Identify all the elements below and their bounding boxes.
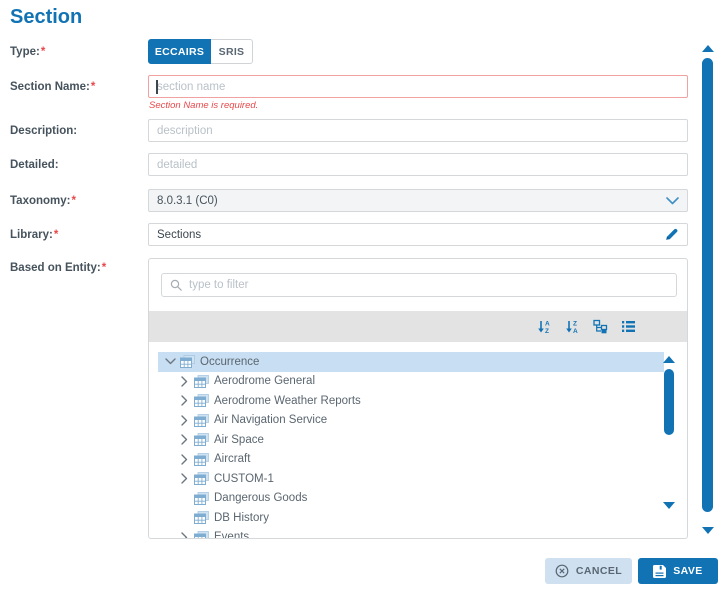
tree-item-label: Occurrence — [200, 356, 259, 368]
required-asterisk: * — [72, 195, 76, 207]
section-name-error: Section Name is required. — [149, 100, 258, 111]
tree-item[interactable]: DB History — [158, 508, 664, 528]
chevron-spacer — [178, 512, 190, 524]
page-scroll-up-arrow[interactable] — [702, 45, 714, 52]
chevron-right-icon[interactable] — [178, 414, 190, 426]
tree-item[interactable]: Air Space — [158, 430, 664, 450]
chevron-right-icon[interactable] — [178, 395, 190, 407]
detailed-placeholder: detailed — [157, 159, 197, 171]
type-option-eccairs[interactable]: ECCAIRS — [148, 39, 211, 64]
save-button-label: SAVE — [673, 565, 702, 577]
chevron-right-icon[interactable] — [178, 531, 190, 538]
tree-item-label: Dangerous Goods — [214, 492, 307, 504]
tree-item-label: Aerodrome Weather Reports — [214, 395, 361, 407]
chevron-right-icon[interactable] — [178, 453, 190, 465]
description-input[interactable]: description — [148, 119, 688, 142]
tree-item-label: Aircraft — [214, 453, 250, 465]
required-asterisk: * — [102, 262, 106, 274]
list-view-icon[interactable] — [621, 319, 636, 334]
based-on-entity-label: Based on Entity:* — [10, 262, 106, 274]
library-label: Library:* — [10, 229, 58, 241]
tree-item-label: Air Space — [214, 434, 264, 446]
search-icon — [170, 279, 183, 292]
chevron-right-icon[interactable] — [178, 473, 190, 485]
tree-item-label: Aerodrome General — [214, 375, 315, 387]
page-scroll-down-arrow[interactable] — [702, 527, 714, 534]
description-label: Description: — [10, 125, 77, 137]
library-input[interactable]: Sections — [148, 223, 688, 246]
entity-table-icon — [194, 531, 209, 538]
section-form-page: Section Type:* ECCAIRS SRIS Section Name… — [0, 0, 728, 594]
entity-filter-placeholder: type to filter — [189, 279, 248, 291]
sort-alpha-descending-icon[interactable]: ZA — [565, 319, 580, 334]
svg-text:A: A — [545, 321, 550, 328]
cancel-button-label: CANCEL — [576, 565, 622, 577]
entity-table-icon — [194, 453, 209, 466]
required-asterisk: * — [91, 81, 95, 93]
section-name-label: Section Name:* — [10, 81, 95, 93]
chevron-right-icon[interactable] — [178, 434, 190, 446]
tree-item[interactable]: Dangerous Goods — [158, 489, 664, 509]
type-toggle-group: ECCAIRS SRIS — [148, 39, 688, 64]
text-cursor — [156, 80, 158, 94]
type-label: Type:* — [10, 46, 45, 58]
svg-text:Z: Z — [573, 321, 577, 328]
section-name-placeholder: section name — [157, 81, 225, 93]
tree-scroll-up-arrow[interactable] — [663, 356, 675, 363]
tree-scrollbar-thumb[interactable] — [664, 369, 674, 435]
tree-item[interactable]: Occurrence — [158, 352, 664, 372]
tree-item[interactable]: Aerodrome General — [158, 372, 664, 392]
entity-table-icon — [194, 511, 209, 524]
section-name-input[interactable]: section name — [148, 75, 688, 98]
page-scrollbar-thumb[interactable] — [702, 58, 713, 512]
entity-filter-input[interactable]: type to filter — [161, 273, 677, 297]
tree-item[interactable]: Events — [158, 528, 664, 539]
type-option-sris[interactable]: SRIS — [211, 39, 253, 64]
entity-tree: Occurrence Aerodrome General Aerodrome Wea… — [149, 345, 687, 538]
page-title: Section — [10, 6, 82, 29]
entity-toolbar: AZ ZA — [149, 311, 687, 342]
sort-alpha-ascending-icon[interactable]: AZ — [537, 319, 552, 334]
entity-table-icon — [194, 394, 209, 407]
taxonomy-select[interactable]: 8.0.3.1 (C0) — [148, 189, 688, 212]
tree-item[interactable]: Air Navigation Service — [158, 411, 664, 431]
tree-item[interactable]: Aircraft — [158, 450, 664, 470]
tree-item[interactable]: Aerodrome Weather Reports — [158, 391, 664, 411]
cancel-circle-x-icon — [555, 564, 569, 578]
library-value: Sections — [157, 229, 201, 241]
svg-text:A: A — [573, 328, 578, 334]
entity-table-icon — [194, 492, 209, 505]
entity-table-icon — [194, 433, 209, 446]
tree-item[interactable]: CUSTOM-1 — [158, 469, 664, 489]
save-button[interactable]: SAVE — [638, 558, 718, 584]
detailed-input[interactable]: detailed — [148, 153, 688, 176]
entity-table-icon — [180, 355, 195, 368]
entity-table-icon — [194, 414, 209, 427]
entity-picker-panel: type to filter AZ ZA OccurrenceAerodrome… — [148, 258, 688, 539]
chevron-down-icon[interactable] — [666, 197, 679, 205]
detailed-label: Detailed: — [10, 159, 59, 171]
taxonomy-value: 8.0.3.1 (C0) — [157, 195, 218, 207]
tree-item-label: CUSTOM-1 — [214, 473, 274, 485]
tree-item-label: Air Navigation Service — [214, 414, 327, 426]
cancel-button[interactable]: CANCEL — [545, 558, 632, 584]
chevron-right-icon[interactable] — [178, 375, 190, 387]
edit-pencil-icon[interactable] — [664, 227, 679, 242]
entity-table-icon — [194, 472, 209, 485]
required-asterisk: * — [41, 46, 45, 58]
tree-view-icon[interactable] — [593, 319, 608, 334]
entity-table-icon — [194, 375, 209, 388]
chevron-spacer — [178, 492, 190, 504]
chevron-down-icon[interactable] — [164, 356, 176, 368]
description-placeholder: description — [157, 125, 213, 137]
required-asterisk: * — [54, 229, 58, 241]
save-floppy-icon — [653, 565, 666, 578]
svg-text:Z: Z — [545, 328, 549, 334]
tree-scroll-down-arrow[interactable] — [663, 502, 675, 509]
tree-item-label: Events — [214, 531, 249, 538]
tree-item-label: DB History — [214, 512, 269, 524]
taxonomy-label: Taxonomy:* — [10, 195, 76, 207]
